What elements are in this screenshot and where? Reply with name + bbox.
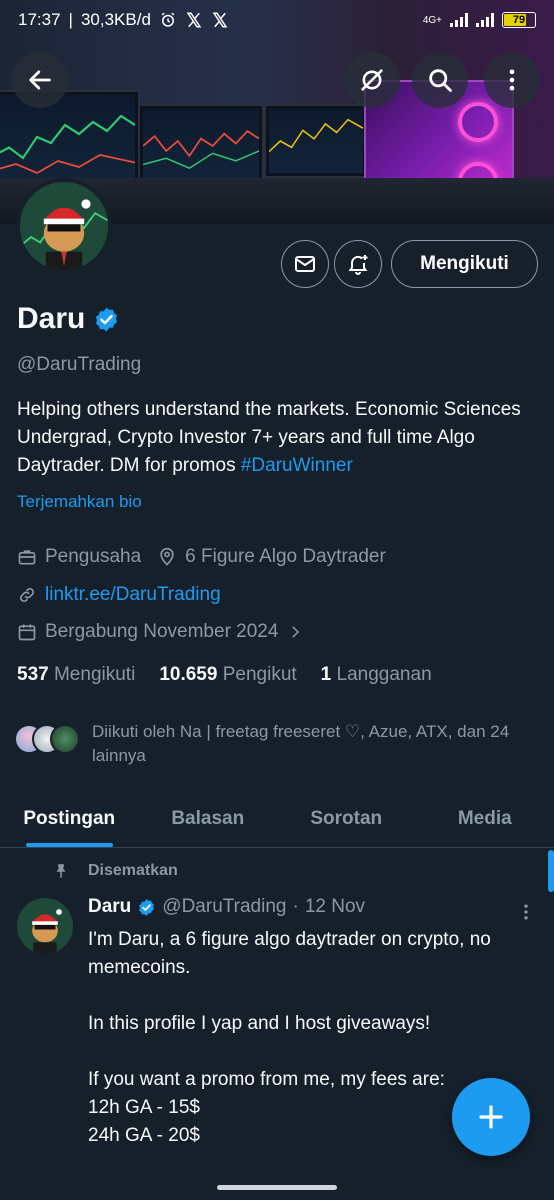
profile-tabs: Postingan Balasan Sorotan Media: [0, 790, 554, 848]
subscriptions-stat[interactable]: 1 Langganan: [321, 664, 432, 686]
following-count: 537: [17, 664, 49, 685]
translate-bio-link[interactable]: Terjemahkan bio: [17, 492, 142, 512]
banner-monitor: [138, 104, 264, 188]
plus-icon: [479, 1105, 503, 1129]
tab-media[interactable]: Media: [416, 790, 554, 847]
followers-label: Pengikut: [222, 664, 297, 685]
battery-level: 79: [512, 14, 526, 26]
following-label: Mengikuti: [53, 664, 136, 685]
battery-icon: 79: [502, 12, 536, 28]
search-icon: [429, 69, 452, 92]
signal-icon: [476, 13, 494, 27]
followed-by-avatars: [14, 720, 82, 754]
grok-button[interactable]: [344, 52, 400, 108]
verified-badge-icon: [139, 898, 155, 916]
avatar-image: [20, 182, 108, 270]
scrollbar[interactable]: [548, 850, 554, 892]
gesture-nav-bar[interactable]: [217, 1185, 337, 1190]
banner-monitor: [264, 104, 368, 178]
pin-icon: [56, 864, 66, 878]
profile-joined-date: Bergabung November 2024: [45, 621, 279, 642]
alarm-icon: [161, 12, 175, 27]
more-vertical-icon: [509, 69, 515, 91]
back-button[interactable]: [12, 52, 68, 108]
post-header: Daru @DaruTrading · 12 Nov: [88, 896, 365, 918]
profile-meta-website: linktr.ee/DaruTrading: [17, 584, 221, 606]
mail-icon: [295, 256, 315, 272]
post-author-handle[interactable]: @DaruTrading: [162, 896, 286, 918]
network-type: 4G+: [422, 14, 442, 26]
followers-stat[interactable]: 10.659 Pengikut: [159, 664, 296, 686]
calendar-icon: [18, 624, 36, 641]
following-button-label: Mengikuti: [420, 253, 509, 274]
status-net-speed: 30,3KB/d: [80, 10, 151, 29]
post-date[interactable]: 12 Nov: [305, 896, 365, 918]
profile-handle: @DaruTrading: [17, 354, 142, 375]
search-button[interactable]: [412, 52, 468, 108]
grok-icon: [361, 69, 383, 91]
post-separator: ·: [292, 896, 299, 917]
followers-count: 10.659: [159, 664, 218, 685]
post-author-name[interactable]: Daru: [88, 896, 131, 918]
verified-badge-icon[interactable]: [93, 306, 120, 333]
location-pin-icon: [160, 547, 174, 566]
bell-plus-icon: [348, 255, 368, 275]
pinned-label: Disematkan: [88, 862, 178, 879]
post-more-icon[interactable]: [516, 900, 536, 924]
signal-icon: [450, 13, 468, 27]
link-icon: [20, 588, 34, 602]
mini-avatar: [50, 724, 80, 754]
profile-meta-joined[interactable]: Bergabung November 2024: [17, 621, 304, 643]
tab-posts[interactable]: Postingan: [0, 790, 139, 847]
more-options-button[interactable]: [484, 52, 540, 108]
following-button[interactable]: Mengikuti: [391, 240, 538, 288]
notify-button[interactable]: [334, 240, 382, 288]
tab-highlights[interactable]: Sorotan: [277, 790, 416, 847]
display-name: Daru: [17, 302, 86, 335]
banner-monitor: [0, 90, 140, 190]
briefcase-icon: [18, 550, 36, 565]
status-bar: 17:37 | 30,3KB/d 4G+ 79: [0, 0, 554, 40]
followed-by[interactable]: Diikuti oleh Na | freetag freeseret ♡, A…: [14, 720, 532, 768]
profile-website-link[interactable]: linktr.ee/DaruTrading: [45, 584, 221, 606]
followed-by-text: Diikuti oleh Na | freetag freeseret ♡, A…: [92, 722, 510, 765]
x-logo-icon: [212, 12, 228, 28]
bio-hashtag-link[interactable]: #DaruWinner: [241, 455, 353, 476]
x-logo-icon: [186, 12, 202, 28]
status-divider: |: [68, 10, 73, 29]
status-time: 17:37: [18, 10, 61, 29]
tab-replies[interactable]: Balasan: [139, 790, 278, 847]
following-stat[interactable]: 537 Mengikuti: [17, 664, 135, 686]
chevron-right-icon: [292, 626, 300, 638]
message-button[interactable]: [281, 240, 329, 288]
pinned-indicator: Disematkan: [52, 862, 178, 880]
profile-category: Pengusaha: [45, 546, 142, 567]
subscriptions-count: 1: [320, 664, 332, 685]
profile-bio: Helping others understand the markets. E…: [17, 396, 542, 480]
compose-button[interactable]: [452, 1078, 530, 1156]
avatar[interactable]: [16, 178, 112, 274]
post-avatar-image: [17, 898, 73, 954]
profile-meta-category-location: Pengusaha 6 Figure Algo Daytrader: [17, 546, 386, 568]
post-avatar[interactable]: [17, 898, 73, 954]
profile-stats: 537 Mengikuti 10.659 Pengikut 1 Langgana…: [17, 664, 432, 686]
arrow-left-icon: [29, 70, 51, 90]
subscriptions-label: Langganan: [336, 664, 432, 685]
profile-location: 6 Figure Algo Daytrader: [185, 546, 386, 567]
profile-name: Daru: [17, 302, 120, 336]
